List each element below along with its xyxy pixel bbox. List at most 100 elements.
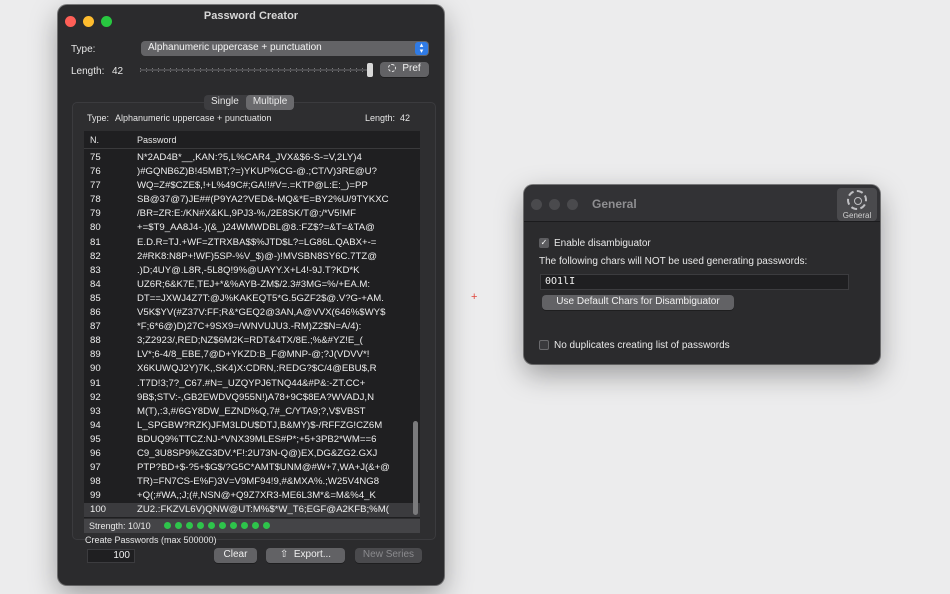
- password-table[interactable]: N. Password 75 N*2AD4B*__,KAN:?5,L%CAR4_J…: [84, 131, 420, 518]
- clear-button[interactable]: Clear: [214, 548, 257, 563]
- row-password: UZ6R;6&K7E,TEJ+*&%AYB-ZM$/2.3#3MG=%/+EA.…: [137, 278, 371, 290]
- mode-segmented-control: Single Multiple: [204, 95, 295, 110]
- row-password: 3;Z2923/,RED;NZ$6M2K=RDT&4TX/8E.;%&#YZ!E…: [137, 335, 363, 347]
- slider-knob[interactable]: [367, 63, 373, 77]
- row-password: X6KUWQJ2Y)7K,,SK4)X:CDRN,:REDG?$C/4@EBU$…: [137, 363, 377, 375]
- row-password: PTP?BD+$-?5+$G$/?G5C*AMT$UNM@#W+7,WA+J(&…: [137, 462, 390, 474]
- table-row[interactable]: 97 PTP?BD+$-?5+$G$/?G5C*AMT$UNM@#W+7,WA+J…: [84, 461, 420, 475]
- length-value: 42: [112, 66, 124, 77]
- row-password: L_SPGBW?RZK)JFM3LDU$DTJ,B&MY)$-/RFFZG!CZ…: [137, 419, 383, 431]
- strength-value: 10/10: [128, 521, 151, 531]
- minimize-button[interactable]: [549, 199, 560, 210]
- type-popup[interactable]: Alphanumeric uppercase + punctuation ▴ ▾: [141, 41, 429, 56]
- table-row[interactable]: 88 3;Z2923/,RED;NZ$6M2K=RDT&4TX/8E.;%&#YZ…: [84, 334, 420, 348]
- close-button[interactable]: [531, 199, 542, 210]
- gear-icon: [847, 190, 867, 210]
- type-popup-value: Alphanumeric uppercase + punctuation: [148, 42, 322, 53]
- table-row[interactable]: 90 X6KUWQJ2Y)7K,,SK4)X:CDRN,:REDG?$C/4@EB…: [84, 362, 420, 376]
- type-label: Type:: [71, 44, 96, 55]
- table-row[interactable]: 89 LV*;6-4/8_EBE,7@D+YKZD:B_F@MNP-@;?J(VD…: [84, 348, 420, 362]
- vertical-scrollbar[interactable]: [413, 421, 418, 515]
- row-password: N*2AD4B*__,KAN:?5,L%CAR4_JVX&$6-S-=V,2LY…: [137, 152, 362, 163]
- tab-single[interactable]: Single: [204, 95, 246, 110]
- window-controls: [531, 199, 578, 210]
- password-count-field[interactable]: 100: [87, 549, 135, 563]
- strength-led: [186, 522, 193, 529]
- row-number: 98: [90, 476, 101, 488]
- table-row[interactable]: 77 WQ=Z#$CZE$,!+L%49C#;GA!!#V=.=KTP@L:E:_…: [84, 179, 420, 193]
- info-type-label: Type:: [87, 113, 110, 123]
- strength-label: Strength: 10/10: [89, 521, 151, 531]
- table-row[interactable]: 75 N*2AD4B*__,KAN:?5,L%CAR4_JVX&$6-S-=V,2…: [84, 151, 420, 165]
- table-row[interactable]: 95 BDUQ9%TTCZ:NJ-*VNX39MLES#P*;+5+3PB2*WM…: [84, 433, 420, 447]
- table-body: 75 N*2AD4B*__,KAN:?5,L%CAR4_JVX&$6-S-=V,2…: [84, 151, 420, 518]
- row-password: /BR=ZR:E:/KN#X&KL,9PJ3-%,/2E8SK/T@;/*V5!…: [137, 208, 357, 220]
- table-row[interactable]: 93 M(T),:3,#/6GY8DW_EZND%Q,7#_C/YTA9;?,V$…: [84, 405, 420, 419]
- row-number: 79: [90, 208, 101, 220]
- row-number: 93: [90, 405, 101, 417]
- chars-description: The following chars will NOT be used gen…: [539, 256, 808, 267]
- row-number: 89: [90, 349, 101, 361]
- table-row[interactable]: 100 ZU2.:FKZVL6V)QNW@UT:M%$*W_T6;EGF@A2KF…: [84, 503, 420, 518]
- row-number: 92: [90, 391, 101, 403]
- table-row[interactable]: 85 DT==JXWJ4Z7T:@J%KAKEQT5*G.5GZF2$@.V?G-…: [84, 292, 420, 306]
- new-series-button[interactable]: New Series: [355, 548, 422, 563]
- row-password: 2#RK8:N8P+!WF)5SP-%V_$)@-)!MVSBN8SY6C.7T…: [137, 250, 377, 262]
- table-row[interactable]: 79/BR=ZR:E:/KN#X&KL,9PJ3-%,/2E8SK/T@;/*V…: [84, 207, 420, 221]
- row-password: BDUQ9%TTCZ:NJ-*VNX39MLES#P*;+5+3PB2*WM==…: [137, 433, 377, 445]
- table-row[interactable]: 92 9B$;STV:-,GB2EWDVQ955N!)A78+9C$8EA?WVA…: [84, 391, 420, 405]
- row-number: 82: [90, 250, 101, 262]
- row-password: +=$T9_AA8J4-.)(&_)24WMWDBL@8.:FZ$?=&T=&T…: [137, 222, 375, 234]
- table-row[interactable]: 80 +=$T9_AA8J4-.)(&_)24WMWDBL@8.:FZ$?=&T=…: [84, 221, 420, 235]
- strength-led: [164, 522, 171, 529]
- row-password: .)D;4UY@.L8R,-5L8Q!9%@UAYY.X+L4!-9J.T?KD…: [137, 264, 360, 276]
- strength-led: [208, 522, 215, 529]
- info-length-value: 42: [400, 113, 411, 123]
- row-password: C9_3U8SP9%ZG3DV.*F!:2U73N-Q@)EX,DG&ZG2.G…: [137, 447, 378, 459]
- table-row[interactable]: 78 SB@37@7)JE##(P9YA2?VED&-MQ&*E=BY2%U/9T…: [84, 193, 420, 207]
- use-default-chars-button[interactable]: Use Default Chars for Disambiguator: [542, 295, 734, 310]
- row-number: 85: [90, 292, 101, 304]
- export-button[interactable]: ⇧ Export...: [266, 548, 345, 563]
- no-duplicates-checkbox[interactable]: [539, 340, 549, 350]
- disambiguator-chars-field[interactable]: 0O1lI: [540, 274, 849, 290]
- pref-button-label: Pref: [402, 63, 421, 74]
- row-password: .T7D!3;7?_C67.#N=_UZQYPJ6TNQ44&#P&:-ZT.C…: [137, 377, 366, 389]
- row-password: +Q(;#WA,;J;(#,NSN@+Q9Z7XR3-ME6L3M*&=M&%4…: [137, 490, 376, 502]
- table-row[interactable]: 82 2#RK8:N8P+!WF)5SP-%V_$)@-)!MVSBN8SY6C.…: [84, 250, 420, 264]
- table-row[interactable]: 86 V5K$YV(#Z37V:FF;R&*GEQ2@3AN,A@VVX(646%…: [84, 306, 420, 320]
- row-number: 94: [90, 419, 101, 431]
- row-number: 77: [90, 180, 101, 192]
- table-row[interactable]: 76)#GQNB6Z)B!45MBT;?=)YKUP%CG-@.;CT/V)3R…: [84, 165, 420, 179]
- zoom-button[interactable]: [567, 199, 578, 210]
- table-row[interactable]: 83 .)D;4UY@.L8R,-5L8Q!9%@UAYY.X+L4!-9J.T?…: [84, 264, 420, 278]
- toolbar-general-button[interactable]: General: [837, 188, 877, 221]
- table-row[interactable]: 99 +Q(;#WA,;J;(#,NSN@+Q9Z7XR3-ME6L3M*&=M&…: [84, 489, 420, 503]
- row-password: DT==JXWJ4Z7T:@J%KAKEQT5*G.5GZF2$@.V?G-+A…: [137, 292, 384, 304]
- table-row[interactable]: 94 L_SPGBW?RZK)JFM3LDU$DTJ,B&MY)$-/RFFZG!…: [84, 419, 420, 433]
- table-row[interactable]: 84 UZ6R;6&K7E,TEJ+*&%AYB-ZM$/2.3#3MG=%/+E…: [84, 278, 420, 292]
- enable-disambiguator-checkbox[interactable]: ✓: [539, 238, 549, 248]
- row-number: 86: [90, 307, 101, 319]
- length-label: Length:: [71, 66, 105, 77]
- column-header-password[interactable]: Password: [137, 135, 177, 145]
- length-slider[interactable]: [140, 63, 373, 77]
- tab-multiple[interactable]: Multiple: [245, 95, 295, 110]
- row-number: 99: [90, 490, 101, 502]
- column-header-number[interactable]: N.: [90, 135, 99, 145]
- pref-button[interactable]: Pref: [380, 62, 429, 77]
- table-row[interactable]: 81 E.D.R=TJ.+WF=ZTRXBA$$%JTD$L?=LG86L.QAB…: [84, 236, 420, 250]
- row-password: M(T),:3,#/6GY8DW_EZND%Q,7#_C/YTA9;?,V$VB…: [137, 405, 366, 417]
- strength-led: [219, 522, 226, 529]
- strength-led: [252, 522, 259, 529]
- preferences-toolbar: General General: [524, 185, 880, 222]
- export-button-label: Export...: [293, 549, 332, 560]
- table-row[interactable]: 91 .T7D!3;7?_C67.#N=_UZQYPJ6TNQ44&#P&:-ZT…: [84, 377, 420, 391]
- table-row[interactable]: 96 C9_3U8SP9%ZG3DV.*F!:2U73N-Q@)EX,DG&ZG2…: [84, 447, 420, 461]
- popup-arrows-icon: ▴ ▾: [415, 42, 428, 55]
- row-password: WQ=Z#$CZE$,!+L%49C#;GA!!#V=.=KTP@L:E:_)=…: [137, 180, 368, 192]
- table-row[interactable]: 87 *F;6*6@)D)27C+9SX9=/WNVUJU3.-RM)Z2$N=A…: [84, 320, 420, 334]
- row-number: 81: [90, 236, 101, 248]
- table-row[interactable]: 98 TR)=FN7CS-E%F)3V=V9MF94!9,#&MXA%.;W25V…: [84, 475, 420, 489]
- table-header: N. Password: [84, 131, 420, 149]
